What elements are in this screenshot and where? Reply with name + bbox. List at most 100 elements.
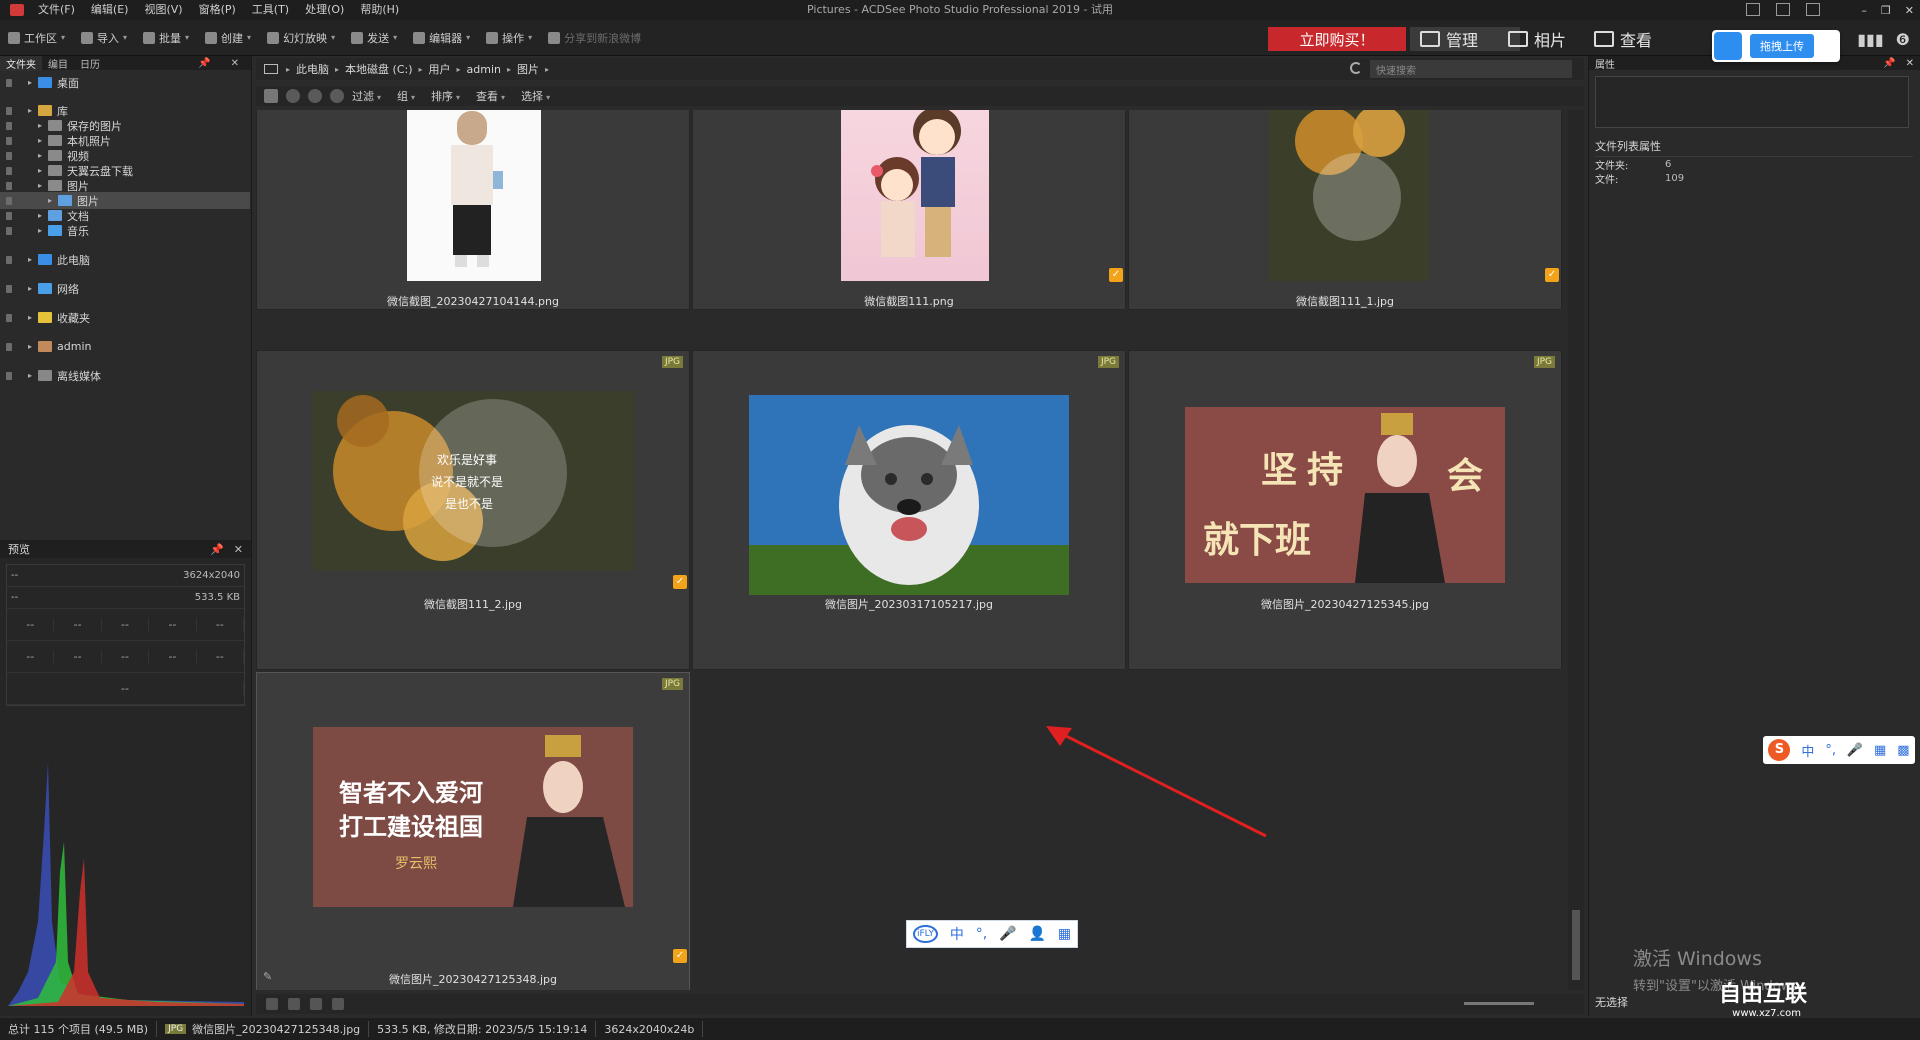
send-button[interactable]: 发送 ▾ <box>343 20 405 56</box>
close-icon[interactable]: ✕ <box>1906 58 1914 69</box>
pin-icon[interactable] <box>6 284 12 293</box>
sort-menu[interactable]: 排序 ▾ <box>423 88 468 104</box>
pin-icon[interactable]: 📌 <box>210 543 224 556</box>
thumbnail-item[interactable]: JPG 微信图片_20230317105217.jpg <box>692 350 1126 670</box>
thumbnail-item[interactable]: 微信截图_20230427104144.png <box>256 110 690 310</box>
sogou-logo-icon[interactable]: S <box>1768 739 1791 761</box>
drag-upload-button[interactable]: 拖拽上传 <box>1750 34 1814 58</box>
group-menu[interactable]: 组 ▾ <box>389 88 423 104</box>
menu-help[interactable]: 帮助(H) <box>352 0 407 20</box>
actions-button[interactable]: 操作 ▾ <box>478 20 540 56</box>
breadcrumb-item[interactable]: admin <box>461 63 507 76</box>
share-weibo-button[interactable]: 分享到新浪微博 <box>540 20 649 56</box>
microphone-icon[interactable]: 🎤 <box>1847 743 1863 758</box>
folder-tree-item[interactable]: ▸ 音乐 <box>0 222 250 239</box>
folder-tree-item[interactable]: ▸ 桌面 <box>0 74 250 91</box>
keyboard-icon[interactable]: ▦ <box>1874 743 1886 758</box>
expand-arrow-icon[interactable]: ▸ <box>38 151 48 160</box>
pin-icon[interactable] <box>6 136 12 145</box>
user-icon[interactable]: 👤 <box>1028 926 1045 942</box>
folder-tree-item[interactable]: ▸ 网络 <box>0 280 250 297</box>
pin-icon[interactable] <box>6 196 12 205</box>
expand-arrow-icon[interactable]: ▸ <box>28 78 38 87</box>
folder-tree-item[interactable]: ▸ 收藏夹 <box>0 309 250 326</box>
punctuation-icon[interactable]: °, <box>1825 743 1836 758</box>
refresh-icon[interactable] <box>1350 62 1362 74</box>
pin-icon[interactable]: 📌 <box>1883 58 1895 69</box>
layout-right-icon[interactable] <box>1806 3 1820 16</box>
grid-scrollbar[interactable] <box>1568 110 1584 990</box>
breadcrumb-item[interactable]: 本地磁盘 (C:) <box>339 61 418 77</box>
pin-icon[interactable] <box>6 181 12 190</box>
pin-icon[interactable] <box>6 255 12 264</box>
create-button[interactable]: 创建 ▾ <box>197 20 259 56</box>
tab-calendar[interactable]: 日历 <box>74 56 106 71</box>
layout-bottom-icon[interactable] <box>1776 3 1790 16</box>
menu-tools[interactable]: 工具(T) <box>244 0 297 20</box>
menu-view[interactable]: 视图(V) <box>136 0 190 20</box>
workspace-button[interactable]: 工作区 ▾ <box>0 20 73 56</box>
scrollbar-thumb[interactable] <box>1572 910 1580 980</box>
close-icon[interactable]: ✕ <box>234 543 243 556</box>
rotate-right-icon[interactable] <box>288 998 300 1010</box>
thumbnail-item[interactable]: JPG 欢乐是好事 说不是就不是 是也不是 ✓ 微信截图111_2.jpg <box>256 350 690 670</box>
checkbox-checked-icon[interactable]: ✓ <box>673 575 687 589</box>
pin-icon[interactable] <box>6 371 12 380</box>
thumbnail-item-selected[interactable]: JPG 智者不入爱河 打工建设祖国 罗云熙 ✎ ✓ 微信图片_202304271… <box>256 672 690 990</box>
layout-left-icon[interactable] <box>1746 3 1760 16</box>
notification-icon[interactable]: ❻ <box>1896 30 1910 49</box>
expand-arrow-icon[interactable]: ▸ <box>38 181 48 190</box>
select-menu[interactable]: 选择 ▾ <box>513 88 558 104</box>
up-icon[interactable] <box>330 89 344 103</box>
crop-icon[interactable] <box>310 998 322 1010</box>
menu-file[interactable]: 文件(F) <box>30 0 83 20</box>
home-icon[interactable] <box>264 89 278 103</box>
checkbox-checked-icon[interactable]: ✓ <box>1109 268 1123 282</box>
expand-arrow-icon[interactable]: ▸ <box>28 106 38 115</box>
slideshow-icon[interactable] <box>332 998 344 1010</box>
pin-icon[interactable] <box>6 211 12 220</box>
tab-folders[interactable]: 文件夹 <box>0 55 42 71</box>
breadcrumb-item[interactable]: 此电脑 <box>290 61 335 77</box>
apps-icon[interactable]: ▦ <box>1058 926 1071 942</box>
upload-widget[interactable]: 拖拽上传 <box>1712 30 1840 62</box>
expand-arrow-icon[interactable]: ▸ <box>28 371 38 380</box>
folder-tree-item[interactable]: ▸ 此电脑 <box>0 251 250 268</box>
pin-icon[interactable] <box>6 151 12 160</box>
ifly-input-toolbar[interactable]: iFLY 中 °, 🎤 👤 ▦ <box>906 920 1078 948</box>
batch-button[interactable]: 批量 ▾ <box>135 20 197 56</box>
ifly-logo-icon[interactable]: iFLY <box>912 925 938 943</box>
expand-arrow-icon[interactable]: ▸ <box>38 166 48 175</box>
menu-pane[interactable]: 窗格(P) <box>191 0 244 20</box>
chinese-mode-icon[interactable]: 中 <box>1801 741 1814 760</box>
expand-arrow-icon[interactable]: ▸ <box>28 284 38 293</box>
tab-catalog[interactable]: 编目 <box>42 56 74 71</box>
thumbnail-item[interactable]: 微信截图111.png ✓ <box>692 110 1126 310</box>
restore-icon[interactable]: ❐ <box>1881 4 1891 17</box>
pin-icon[interactable] <box>6 166 12 175</box>
import-button[interactable]: 导入 ▾ <box>73 20 135 56</box>
checkbox-checked-icon[interactable]: ✓ <box>673 949 687 963</box>
pin-icon[interactable] <box>6 78 12 87</box>
sogou-input-toolbar[interactable]: S 中 °, 🎤 ▦ ▩ <box>1763 736 1915 764</box>
pin-icon[interactable] <box>6 121 12 130</box>
filter-menu[interactable]: 过滤 ▾ <box>344 88 389 104</box>
rotate-left-icon[interactable] <box>266 998 278 1010</box>
view-mode-button[interactable]: 查看 <box>1594 27 1652 51</box>
expand-arrow-icon[interactable]: ▸ <box>38 121 48 130</box>
menu-process[interactable]: 处理(O) <box>297 0 352 20</box>
expand-arrow-icon[interactable]: ▸ <box>38 226 48 235</box>
forward-icon[interactable] <box>308 89 322 103</box>
checkbox-checked-icon[interactable]: ✓ <box>1545 268 1559 282</box>
thumbnail-item[interactable]: JPG 坚持 就下班 会 微信图片_20230427125345.jpg <box>1128 350 1562 670</box>
close-icon[interactable]: ✕ <box>1905 4 1914 17</box>
pin-icon[interactable] <box>6 226 12 235</box>
zoom-slider[interactable] <box>1464 1002 1534 1005</box>
expand-arrow-icon[interactable]: ▸ <box>38 136 48 145</box>
menu-edit[interactable]: 编辑(E) <box>83 0 137 20</box>
expand-arrow-icon[interactable]: ▸ <box>28 342 38 351</box>
apps-icon[interactable]: ▩ <box>1897 743 1909 758</box>
pin-icon[interactable] <box>6 106 12 115</box>
expand-arrow-icon[interactable]: ▸ <box>28 313 38 322</box>
quick-search-input[interactable]: 快速搜索 <box>1370 60 1572 78</box>
